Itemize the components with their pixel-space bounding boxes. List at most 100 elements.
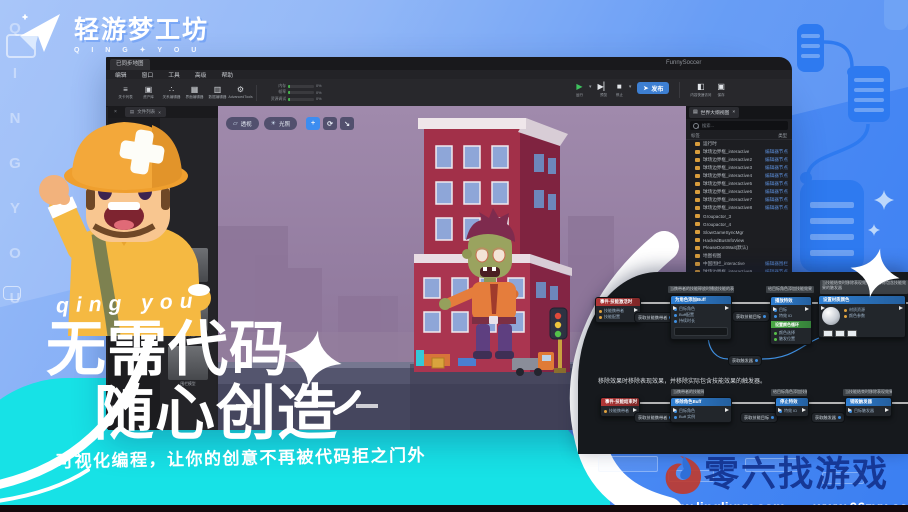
node-pin[interactable]: 触发位置	[774, 336, 808, 342]
outliner-row[interactable]: 球场边界框_interactive7 编辑器节点	[686, 196, 792, 204]
column-type: 类型	[778, 133, 787, 139]
save-button[interactable]: ▣ 保存	[717, 82, 725, 98]
action-node-title: 移除角色Buff	[671, 398, 731, 406]
performance-value: 0%	[316, 97, 322, 101]
publish-button[interactable]: ➤ 发布	[637, 82, 669, 94]
actor-label: 球场边界框_interactive6	[703, 189, 752, 195]
stop-label: 停止	[616, 93, 623, 98]
toolbar-icon: ∴	[169, 85, 174, 94]
comment-header[interactable]: 当携带者的技能释放时播放技能的表现效果	[671, 389, 704, 396]
actor-label: 球场边界框_interactive3	[703, 165, 752, 171]
play-options-caret[interactable]: ▾	[589, 84, 592, 90]
outliner-row[interactable]: 运行时	[686, 140, 792, 148]
outliner-row[interactable]: 球场边界框_interactive 编辑器节点	[686, 148, 792, 156]
node-pin[interactable]: 特效 ID	[779, 408, 805, 414]
outliner-row[interactable]: 球场边界框_interactive2 编辑器节点	[686, 156, 792, 164]
editor-titlebar[interactable]: 已同步地图 FunnySoccer	[106, 57, 792, 70]
scale-tool-button[interactable]: ↘	[340, 117, 354, 130]
color-swatches[interactable]	[823, 330, 905, 337]
outliner-row[interactable]: SlowGameSyncMgr	[686, 228, 792, 236]
stop-options-caret[interactable]: ▾	[629, 84, 632, 90]
toolbar-icon: ▥	[214, 85, 222, 94]
material-sphere-preview	[822, 307, 840, 325]
publish-label: 发布	[651, 84, 663, 93]
getter-pill-node[interactable]: 获取技能目标	[732, 311, 770, 322]
move-tool-button[interactable]: +	[306, 117, 320, 130]
node-pin[interactable]: 持续时长	[674, 318, 728, 324]
node-pin[interactable]: 颜色参数	[844, 313, 865, 319]
blueprint-graph-panel[interactable]: 当携带者的技能释放时播放技能的表现效果 给目标角色添加技能效果 当技能结束时移除…	[578, 272, 908, 454]
node-input-field[interactable]	[674, 327, 728, 336]
lit-mode-button[interactable]: ☀ 光照	[264, 117, 297, 130]
map-tab[interactable]: 已同步地图	[110, 59, 150, 70]
getter-pill-node[interactable]: 获取技能目标	[740, 412, 778, 423]
comment-header[interactable]: 给目标角色添加技能效果	[771, 389, 807, 396]
action-node[interactable]: 为角色添加Buff 目标角色Buff配置持续时长	[670, 295, 732, 340]
node-pin[interactable]: Buff 实例	[674, 414, 728, 420]
quick-access-icon: ◧	[697, 82, 705, 92]
sun-icon: ☀	[271, 120, 276, 127]
outliner-row[interactable]: PleaseDontWait(默认)	[686, 244, 792, 252]
outliner-row[interactable]: 球场边界框_interactive3 编辑器节点	[686, 164, 792, 172]
node-pin[interactable]: 技能携带者	[604, 408, 636, 414]
performance-label: 内存	[269, 84, 286, 89]
getter-pill-node[interactable]: 获取触发器	[811, 412, 845, 423]
comment-header[interactable]: 给目标角色添加技能效果	[766, 286, 814, 293]
getter-pill-node[interactable]: 获取触发器	[728, 355, 762, 366]
action-node[interactable]: 销毁触发器 目标触发器	[845, 397, 892, 417]
performance-meters: 内存 0% 帧率 0% 资源调试 0%	[269, 84, 322, 102]
outliner-row[interactable]: 球场边界框_interactive8 编辑器节点	[686, 204, 792, 212]
node-pin[interactable]: 特效 ID	[774, 313, 808, 319]
action-node[interactable]: 播放特效 目标特效 ID 设置颜色循环 颜色选择触发位置	[770, 296, 812, 345]
action-node-title: 销毁触发器	[846, 398, 891, 406]
rotate-tool-button[interactable]: ⟳	[323, 117, 337, 130]
watermark-site-name: 零六找游戏	[704, 446, 908, 497]
outliner-row[interactable]: Groupactor_3	[686, 212, 792, 220]
site-watermark: 零六找游戏 www.lingliuyx.com www.06zyx.com	[656, 446, 908, 512]
watermark-url-1: www.lingliuyx.com	[660, 499, 786, 512]
green-subnode-title[interactable]: 设置颜色循环	[771, 321, 811, 328]
actor-icon	[695, 206, 700, 210]
pin-label: 持续时长	[679, 318, 695, 324]
menu-item[interactable]: 帮助	[221, 70, 233, 79]
outliner-row[interactable]: 球场边界框_interactive5 编辑器节点	[686, 180, 792, 188]
toolbar-separator	[679, 82, 680, 98]
action-node[interactable]: 停止特效 特效 ID	[775, 397, 809, 417]
doc-card-decoration	[800, 180, 864, 272]
menu-item[interactable]: 窗口	[142, 70, 154, 79]
comment-header[interactable]: 当携带者的技能释放时播放技能的表现效果	[668, 286, 734, 293]
actor-icon	[695, 190, 700, 194]
comment-header[interactable]: 当技能结束时移除表现效果，并移除包含技能效果的触发器	[843, 389, 892, 396]
outliner-search-input[interactable]: 搜索...	[690, 121, 788, 130]
performance-label: 资源调试	[269, 97, 286, 102]
actor-icon	[695, 142, 700, 146]
outliner-row[interactable]: 球场边界框_interactive4 编辑器节点	[686, 172, 792, 180]
quick-access-button[interactable]: ◧ 内容快速访问	[690, 82, 711, 98]
doc-card-decoration	[884, 0, 908, 30]
action-node[interactable]: 移除角色Buff 目标角色Buff 实例	[670, 397, 732, 423]
outliner-row[interactable]: 地图视图	[686, 252, 792, 260]
outliner-row[interactable]: 中国围栏_interactive 编辑器围栏	[686, 260, 792, 268]
node-pin[interactable]: 目标触发器	[849, 408, 888, 414]
actor-icon	[695, 246, 700, 250]
perspective-label: 透视	[241, 120, 252, 128]
actor-icon	[695, 182, 700, 186]
actor-label: 中国围栏_interactive	[703, 261, 745, 267]
preview-button[interactable]: ▶▏ 预览	[598, 82, 610, 98]
outliner-row[interactable]: Groupactor_4	[686, 220, 792, 228]
menu-item[interactable]: 工具	[168, 70, 180, 79]
performance-label: 帧率	[269, 90, 286, 95]
material-node[interactable]: 设置材质颜色 材质资源颜色参数	[818, 295, 906, 338]
node-pin[interactable]: 技能配置	[599, 314, 637, 320]
outliner-row[interactable]: HackedBusInfoView	[686, 236, 792, 244]
menu-item[interactable]: 高级	[195, 70, 207, 79]
hero-headline-2: 随心创造	[94, 384, 338, 444]
close-icon[interactable]: ×	[732, 110, 735, 115]
outliner-row[interactable]: 球场边界框_interactive6 编辑器节点	[686, 188, 792, 196]
outliner-tab[interactable]: ▤ 世界大纲视图 ×	[689, 107, 739, 118]
stop-button[interactable]: ■ 停止	[616, 82, 623, 98]
comment-header[interactable]: 当技能结束时移除表现效果，并移除包含技能效果的触发器	[820, 280, 908, 294]
toolbar-button[interactable]: ⚙ AdvancedTools	[229, 85, 252, 100]
menu-item[interactable]: 编辑	[115, 70, 127, 79]
play-button[interactable]: ▶ 运行	[576, 82, 583, 98]
